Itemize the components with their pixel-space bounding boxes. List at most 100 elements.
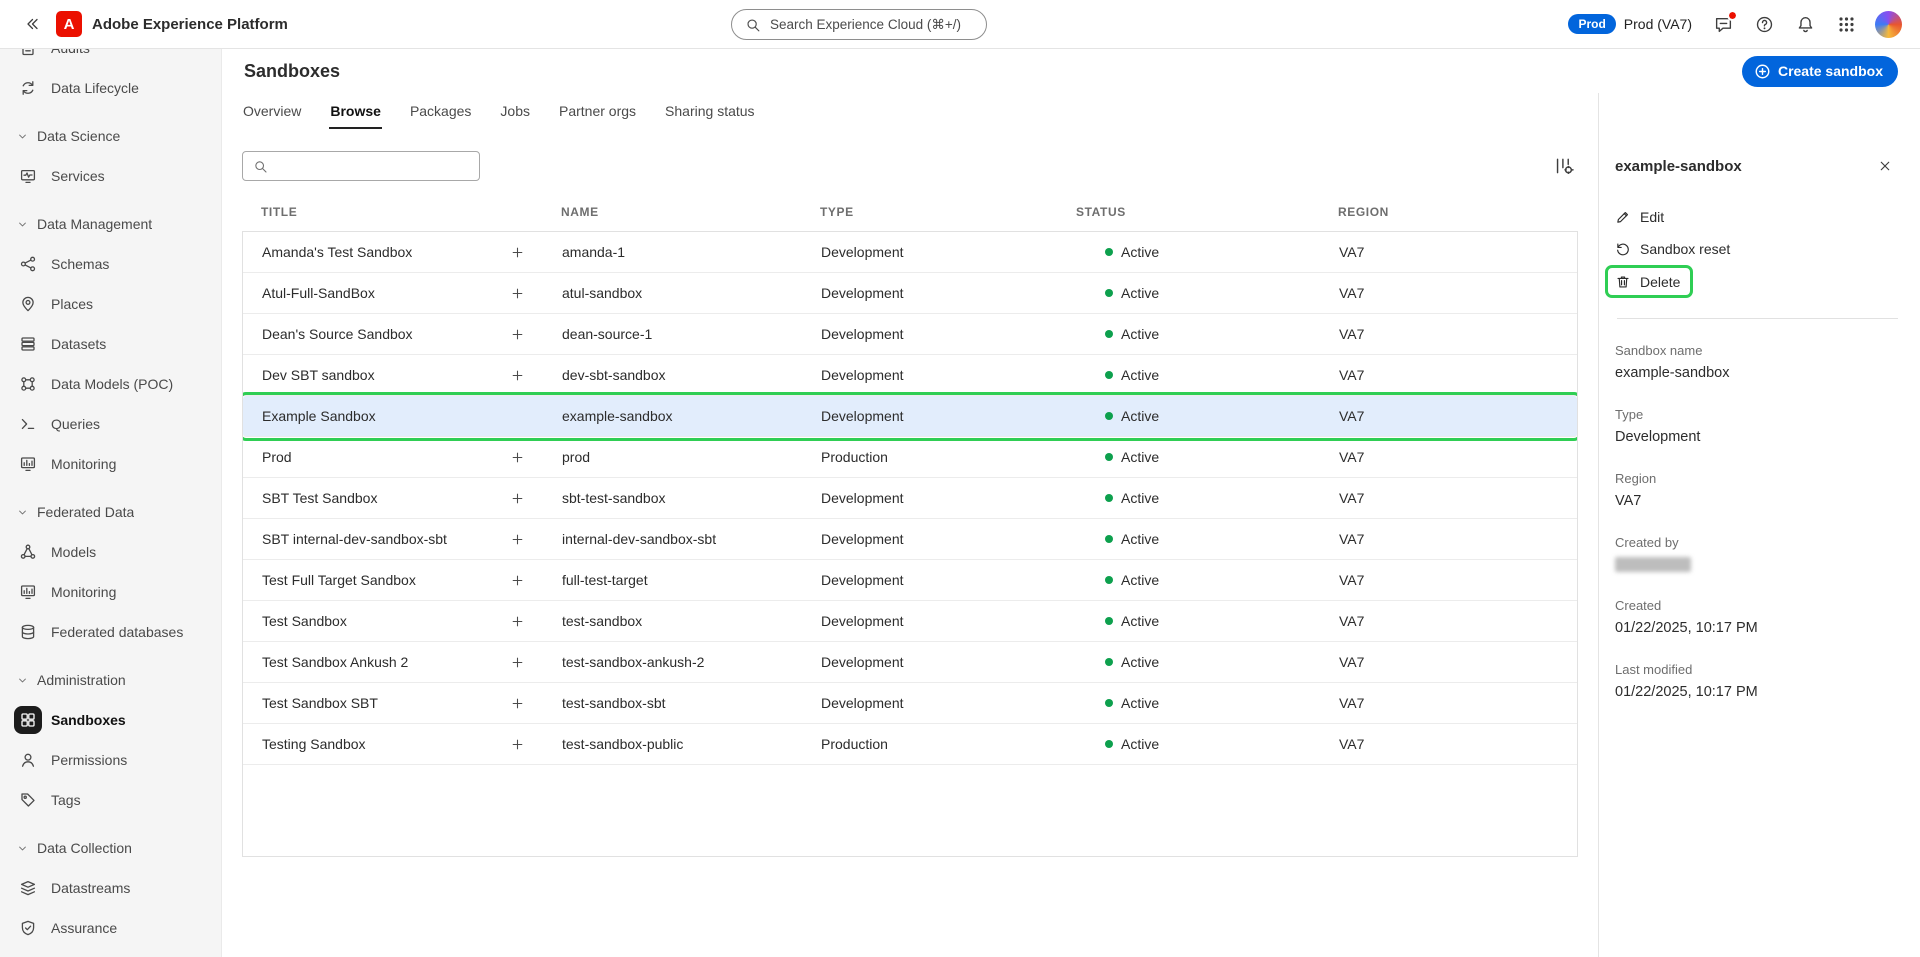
tab-overview[interactable]: Overview [242, 99, 302, 129]
table-row[interactable]: Test Sandbox test-sandbox Development Activ… [243, 601, 1577, 642]
table-row[interactable]: Test Full Target Sandbox full-test-target… [243, 560, 1577, 601]
row-type: Development [821, 490, 904, 506]
sidebar-section-data-science[interactable]: Data Science [0, 116, 221, 156]
plus-icon[interactable] [505, 609, 529, 633]
sidebar-item-data-lifecycle[interactable]: Data Lifecycle [0, 68, 221, 108]
env-badge: Prod [1568, 14, 1616, 34]
row-type: Development [821, 285, 904, 301]
table-row[interactable]: SBT Test Sandbox sbt-test-sandbox Developm… [243, 478, 1577, 519]
column-header-status[interactable]: STATUS [1057, 205, 1319, 219]
column-header-name[interactable]: NAME [542, 205, 801, 219]
sidebar-item-services[interactable]: Services [0, 156, 221, 196]
table-search-input[interactable] [276, 157, 469, 175]
plus-icon[interactable] [505, 732, 529, 756]
sidebar-section-data-collection[interactable]: Data Collection [0, 828, 221, 868]
tab-partner-orgs[interactable]: Partner orgs [558, 99, 637, 129]
table-row[interactable]: Dev SBT sandbox dev-sbt-sandbox Developmen… [243, 355, 1577, 396]
tab-browse[interactable]: Browse [329, 99, 382, 129]
table-toolbar [242, 151, 1578, 181]
chevron-down-icon [14, 674, 30, 687]
sidebar-item-data-models-poc[interactable]: Data Models (POC) [0, 364, 221, 404]
sandbox-reset-button[interactable]: Sandbox reset [1615, 233, 1730, 265]
environment-switcher[interactable]: Prod Prod (VA7) [1568, 14, 1692, 34]
datasets-icon [14, 330, 42, 358]
tab-packages[interactable]: Packages [409, 99, 472, 129]
plus-icon[interactable] [505, 527, 529, 551]
help-icon[interactable] [1752, 12, 1776, 36]
plus-icon[interactable] [505, 691, 529, 715]
tab-sharing-status[interactable]: Sharing status [664, 99, 756, 129]
column-settings-icon[interactable] [1550, 152, 1578, 180]
sidebar-item-queries[interactable]: Queries [0, 404, 221, 444]
row-type: Development [821, 613, 904, 629]
field-value: Development [1615, 429, 1701, 445]
plus-icon[interactable] [505, 445, 529, 469]
row-type: Development [821, 572, 904, 588]
sidebar-item-tags[interactable]: Tags [0, 780, 221, 820]
sidebar-item-federated-databases[interactable]: Federated databases [0, 612, 221, 652]
table-row[interactable]: Dean's Source Sandbox dean-source-1 Develo… [243, 314, 1577, 355]
sidebar-item-places[interactable]: Places [0, 284, 221, 324]
sidebar-item-audits[interactable]: Audits [0, 49, 221, 68]
row-name: dev-sbt-sandbox [562, 367, 666, 383]
plus-icon[interactable] [505, 568, 529, 592]
sidebar-collapse-icon[interactable] [18, 11, 44, 37]
sidebar-item-assurance[interactable]: Assurance [0, 908, 221, 948]
sidebar-item-monitoring[interactable]: Monitoring [0, 444, 221, 484]
plus-icon[interactable] [505, 363, 529, 387]
plus-icon[interactable] [505, 281, 529, 305]
row-region: VA7 [1339, 408, 1365, 424]
sidebar-item-sandboxes[interactable]: Sandboxes [0, 700, 221, 740]
row-type: Development [821, 408, 904, 424]
table-row[interactable]: Prod prod Production Active VA7 [243, 437, 1577, 478]
sidebar-section-administration[interactable]: Administration [0, 660, 221, 700]
table-row[interactable]: Testing Sandbox test-sandbox-public Produc… [243, 724, 1577, 765]
plus-icon[interactable] [505, 650, 529, 674]
sidebar-section-federated-data[interactable]: Federated Data [0, 492, 221, 532]
table-row[interactable]: Example Sandbox example-sandbox Developmen… [243, 392, 1577, 441]
redacted-value [1615, 557, 1691, 572]
table-row[interactable]: Amanda's Test Sandbox amanda-1 Development… [243, 232, 1577, 273]
plus-icon[interactable] [505, 486, 529, 510]
notifications-bell-icon[interactable] [1793, 12, 1817, 36]
edit-button[interactable]: Edit [1615, 201, 1664, 233]
sidebar-item-monitoring[interactable]: Monitoring [0, 572, 221, 612]
sidebar-item-datastreams[interactable]: Datastreams [0, 868, 221, 908]
table-search[interactable] [242, 151, 480, 181]
detail-field-type: Type Development [1615, 407, 1900, 445]
row-type: Development [821, 654, 904, 670]
status-dot [1105, 494, 1113, 502]
apps-grid-icon[interactable] [1834, 12, 1858, 36]
sidebar-item-schemas[interactable]: Schemas [0, 244, 221, 284]
close-icon[interactable] [1872, 153, 1898, 179]
models-icon [14, 538, 42, 566]
table-row[interactable]: Atul-Full-SandBox atul-sandbox Development… [243, 273, 1577, 314]
sidebar-section-data-management[interactable]: Data Management [0, 204, 221, 244]
sidebar-item-datasets[interactable]: Datasets [0, 324, 221, 364]
sidebar-section-label: Federated Data [37, 504, 135, 520]
tab-jobs[interactable]: Jobs [499, 99, 531, 129]
global-search-input[interactable]: Search Experience Cloud (⌘+/) [731, 9, 987, 40]
action-label: Edit [1640, 209, 1665, 225]
feedback-icon[interactable] [1711, 10, 1738, 36]
table-row[interactable]: Test Sandbox SBT test-sandbox-sbt Developm… [243, 683, 1577, 724]
plus-circle-icon [1754, 63, 1771, 80]
table-row[interactable]: Test Sandbox Ankush 2 test-sandbox-ankush… [243, 642, 1577, 683]
column-header-type[interactable]: TYPE [801, 205, 1057, 219]
sidebar-item-permissions[interactable]: Permissions [0, 740, 221, 780]
column-header-region[interactable]: REGION [1319, 205, 1578, 219]
row-type: Development [821, 367, 904, 383]
plus-icon[interactable] [505, 322, 529, 346]
table-row[interactable]: SBT internal-dev-sandbox-sbt internal-dev… [243, 519, 1577, 560]
status-dot [1105, 371, 1113, 379]
avatar[interactable] [1875, 10, 1902, 38]
column-header-title[interactable]: TITLE [242, 205, 542, 219]
sidebar-item-models[interactable]: Models [0, 532, 221, 572]
create-sandbox-button[interactable]: Create sandbox [1741, 55, 1898, 87]
field-label: Type [1615, 407, 1644, 422]
delete-button[interactable]: Delete [1605, 265, 1694, 298]
plus-icon[interactable] [505, 240, 529, 264]
sidebar-item-label: Sandboxes [51, 712, 126, 728]
global-search-placeholder: Search Experience Cloud (⌘+/) [770, 16, 961, 32]
audits-icon [14, 49, 42, 62]
